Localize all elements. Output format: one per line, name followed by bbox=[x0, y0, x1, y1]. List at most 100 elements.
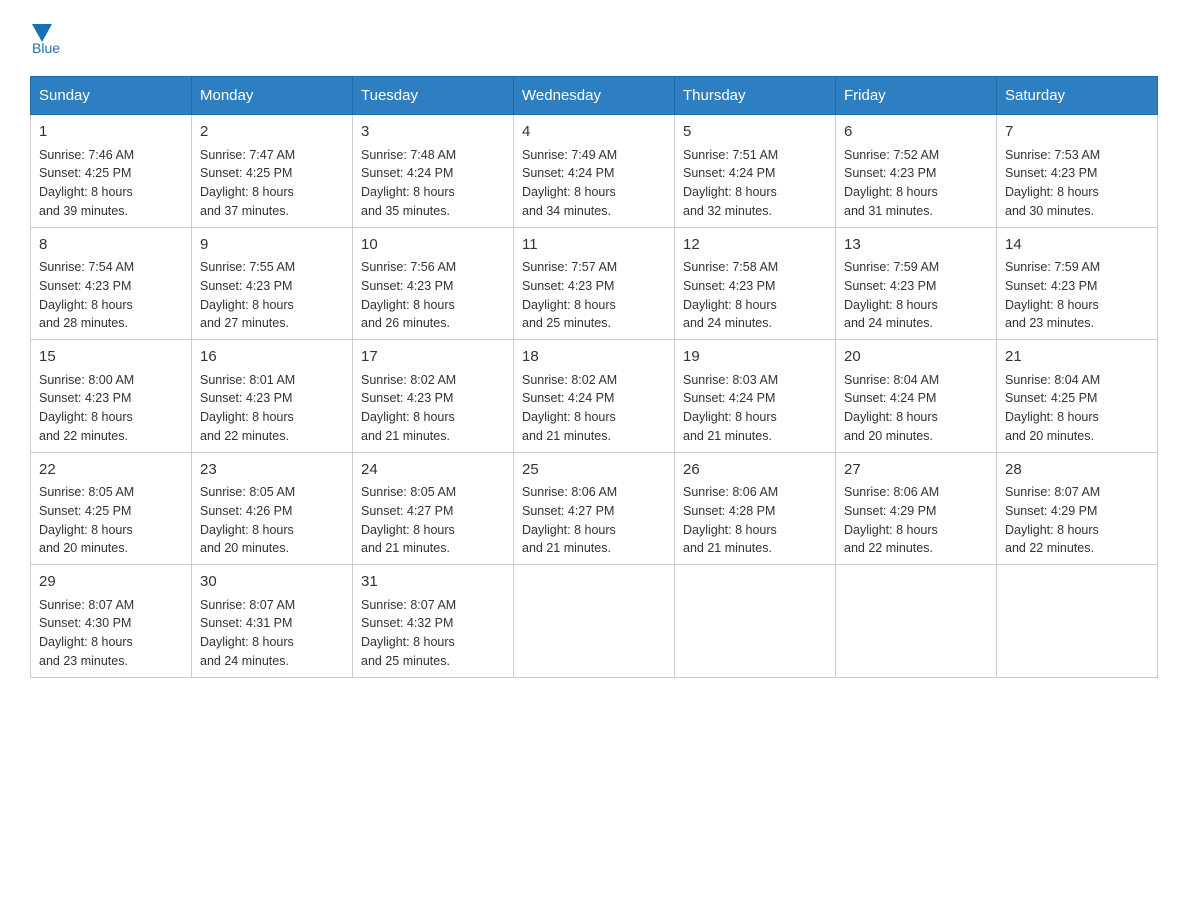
calendar-day-cell: 15 Sunrise: 8:00 AM Sunset: 4:23 PM Dayl… bbox=[31, 340, 192, 453]
calendar-day-cell: 11 Sunrise: 7:57 AM Sunset: 4:23 PM Dayl… bbox=[514, 227, 675, 340]
calendar-day-cell: 18 Sunrise: 8:02 AM Sunset: 4:24 PM Dayl… bbox=[514, 340, 675, 453]
calendar-day-cell: 6 Sunrise: 7:52 AM Sunset: 4:23 PM Dayli… bbox=[836, 115, 997, 228]
day-number: 1 bbox=[39, 121, 183, 144]
calendar-day-cell: 5 Sunrise: 7:51 AM Sunset: 4:24 PM Dayli… bbox=[675, 115, 836, 228]
day-number: 20 bbox=[844, 346, 988, 369]
day-number: 7 bbox=[1005, 121, 1149, 144]
day-info: Sunrise: 8:07 AM Sunset: 4:29 PM Dayligh… bbox=[1005, 483, 1149, 558]
day-number: 29 bbox=[39, 571, 183, 594]
calendar-header-row: SundayMondayTuesdayWednesdayThursdayFrid… bbox=[31, 77, 1158, 115]
header-tuesday: Tuesday bbox=[353, 77, 514, 115]
calendar-empty-cell bbox=[514, 565, 675, 678]
day-info: Sunrise: 8:06 AM Sunset: 4:27 PM Dayligh… bbox=[522, 483, 666, 558]
calendar-week-row: 29 Sunrise: 8:07 AM Sunset: 4:30 PM Dayl… bbox=[31, 565, 1158, 678]
calendar-day-cell: 7 Sunrise: 7:53 AM Sunset: 4:23 PM Dayli… bbox=[997, 115, 1158, 228]
day-number: 19 bbox=[683, 346, 827, 369]
day-number: 28 bbox=[1005, 459, 1149, 482]
calendar-empty-cell bbox=[675, 565, 836, 678]
logo-subtitle: Blue bbox=[32, 40, 60, 56]
day-info: Sunrise: 8:07 AM Sunset: 4:32 PM Dayligh… bbox=[361, 596, 505, 671]
day-info: Sunrise: 7:46 AM Sunset: 4:25 PM Dayligh… bbox=[39, 146, 183, 221]
header-friday: Friday bbox=[836, 77, 997, 115]
day-info: Sunrise: 7:47 AM Sunset: 4:25 PM Dayligh… bbox=[200, 146, 344, 221]
day-info: Sunrise: 8:05 AM Sunset: 4:25 PM Dayligh… bbox=[39, 483, 183, 558]
logo: Blue bbox=[30, 20, 60, 56]
day-info: Sunrise: 7:48 AM Sunset: 4:24 PM Dayligh… bbox=[361, 146, 505, 221]
calendar-day-cell: 10 Sunrise: 7:56 AM Sunset: 4:23 PM Dayl… bbox=[353, 227, 514, 340]
day-info: Sunrise: 8:04 AM Sunset: 4:25 PM Dayligh… bbox=[1005, 371, 1149, 446]
calendar-day-cell: 22 Sunrise: 8:05 AM Sunset: 4:25 PM Dayl… bbox=[31, 452, 192, 565]
header-wednesday: Wednesday bbox=[514, 77, 675, 115]
calendar-day-cell: 3 Sunrise: 7:48 AM Sunset: 4:24 PM Dayli… bbox=[353, 115, 514, 228]
calendar-day-cell: 1 Sunrise: 7:46 AM Sunset: 4:25 PM Dayli… bbox=[31, 115, 192, 228]
calendar-week-row: 22 Sunrise: 8:05 AM Sunset: 4:25 PM Dayl… bbox=[31, 452, 1158, 565]
day-number: 27 bbox=[844, 459, 988, 482]
day-number: 31 bbox=[361, 571, 505, 594]
calendar-day-cell: 25 Sunrise: 8:06 AM Sunset: 4:27 PM Dayl… bbox=[514, 452, 675, 565]
calendar-week-row: 15 Sunrise: 8:00 AM Sunset: 4:23 PM Dayl… bbox=[31, 340, 1158, 453]
day-number: 22 bbox=[39, 459, 183, 482]
day-number: 15 bbox=[39, 346, 183, 369]
day-info: Sunrise: 7:59 AM Sunset: 4:23 PM Dayligh… bbox=[844, 258, 988, 333]
day-number: 5 bbox=[683, 121, 827, 144]
header-monday: Monday bbox=[192, 77, 353, 115]
calendar-day-cell: 20 Sunrise: 8:04 AM Sunset: 4:24 PM Dayl… bbox=[836, 340, 997, 453]
header-sunday: Sunday bbox=[31, 77, 192, 115]
page-header: Blue bbox=[30, 20, 1158, 56]
day-number: 13 bbox=[844, 234, 988, 257]
day-number: 16 bbox=[200, 346, 344, 369]
day-number: 4 bbox=[522, 121, 666, 144]
day-number: 9 bbox=[200, 234, 344, 257]
day-info: Sunrise: 8:06 AM Sunset: 4:29 PM Dayligh… bbox=[844, 483, 988, 558]
calendar-day-cell: 30 Sunrise: 8:07 AM Sunset: 4:31 PM Dayl… bbox=[192, 565, 353, 678]
calendar-week-row: 8 Sunrise: 7:54 AM Sunset: 4:23 PM Dayli… bbox=[31, 227, 1158, 340]
header-thursday: Thursday bbox=[675, 77, 836, 115]
day-number: 12 bbox=[683, 234, 827, 257]
day-info: Sunrise: 7:54 AM Sunset: 4:23 PM Dayligh… bbox=[39, 258, 183, 333]
day-info: Sunrise: 8:06 AM Sunset: 4:28 PM Dayligh… bbox=[683, 483, 827, 558]
calendar-day-cell: 2 Sunrise: 7:47 AM Sunset: 4:25 PM Dayli… bbox=[192, 115, 353, 228]
calendar-day-cell: 13 Sunrise: 7:59 AM Sunset: 4:23 PM Dayl… bbox=[836, 227, 997, 340]
calendar-day-cell: 21 Sunrise: 8:04 AM Sunset: 4:25 PM Dayl… bbox=[997, 340, 1158, 453]
day-info: Sunrise: 8:05 AM Sunset: 4:27 PM Dayligh… bbox=[361, 483, 505, 558]
calendar-day-cell: 9 Sunrise: 7:55 AM Sunset: 4:23 PM Dayli… bbox=[192, 227, 353, 340]
day-info: Sunrise: 8:00 AM Sunset: 4:23 PM Dayligh… bbox=[39, 371, 183, 446]
day-number: 10 bbox=[361, 234, 505, 257]
day-number: 26 bbox=[683, 459, 827, 482]
day-number: 17 bbox=[361, 346, 505, 369]
day-number: 18 bbox=[522, 346, 666, 369]
day-info: Sunrise: 7:57 AM Sunset: 4:23 PM Dayligh… bbox=[522, 258, 666, 333]
day-info: Sunrise: 7:58 AM Sunset: 4:23 PM Dayligh… bbox=[683, 258, 827, 333]
calendar-day-cell: 27 Sunrise: 8:06 AM Sunset: 4:29 PM Dayl… bbox=[836, 452, 997, 565]
day-number: 24 bbox=[361, 459, 505, 482]
day-info: Sunrise: 8:02 AM Sunset: 4:24 PM Dayligh… bbox=[522, 371, 666, 446]
calendar-day-cell: 14 Sunrise: 7:59 AM Sunset: 4:23 PM Dayl… bbox=[997, 227, 1158, 340]
calendar-day-cell: 17 Sunrise: 8:02 AM Sunset: 4:23 PM Dayl… bbox=[353, 340, 514, 453]
day-number: 3 bbox=[361, 121, 505, 144]
calendar-day-cell: 24 Sunrise: 8:05 AM Sunset: 4:27 PM Dayl… bbox=[353, 452, 514, 565]
calendar-table: SundayMondayTuesdayWednesdayThursdayFrid… bbox=[30, 76, 1158, 678]
day-number: 21 bbox=[1005, 346, 1149, 369]
calendar-empty-cell bbox=[997, 565, 1158, 678]
day-info: Sunrise: 8:02 AM Sunset: 4:23 PM Dayligh… bbox=[361, 371, 505, 446]
calendar-week-row: 1 Sunrise: 7:46 AM Sunset: 4:25 PM Dayli… bbox=[31, 115, 1158, 228]
day-info: Sunrise: 8:05 AM Sunset: 4:26 PM Dayligh… bbox=[200, 483, 344, 558]
calendar-day-cell: 29 Sunrise: 8:07 AM Sunset: 4:30 PM Dayl… bbox=[31, 565, 192, 678]
day-number: 23 bbox=[200, 459, 344, 482]
day-number: 30 bbox=[200, 571, 344, 594]
day-number: 11 bbox=[522, 234, 666, 257]
day-info: Sunrise: 7:56 AM Sunset: 4:23 PM Dayligh… bbox=[361, 258, 505, 333]
calendar-day-cell: 8 Sunrise: 7:54 AM Sunset: 4:23 PM Dayli… bbox=[31, 227, 192, 340]
day-info: Sunrise: 7:53 AM Sunset: 4:23 PM Dayligh… bbox=[1005, 146, 1149, 221]
day-info: Sunrise: 8:03 AM Sunset: 4:24 PM Dayligh… bbox=[683, 371, 827, 446]
day-info: Sunrise: 8:07 AM Sunset: 4:30 PM Dayligh… bbox=[39, 596, 183, 671]
day-number: 8 bbox=[39, 234, 183, 257]
calendar-day-cell: 19 Sunrise: 8:03 AM Sunset: 4:24 PM Dayl… bbox=[675, 340, 836, 453]
day-info: Sunrise: 7:55 AM Sunset: 4:23 PM Dayligh… bbox=[200, 258, 344, 333]
calendar-day-cell: 23 Sunrise: 8:05 AM Sunset: 4:26 PM Dayl… bbox=[192, 452, 353, 565]
calendar-empty-cell bbox=[836, 565, 997, 678]
calendar-day-cell: 26 Sunrise: 8:06 AM Sunset: 4:28 PM Dayl… bbox=[675, 452, 836, 565]
calendar-day-cell: 4 Sunrise: 7:49 AM Sunset: 4:24 PM Dayli… bbox=[514, 115, 675, 228]
day-number: 25 bbox=[522, 459, 666, 482]
day-info: Sunrise: 7:49 AM Sunset: 4:24 PM Dayligh… bbox=[522, 146, 666, 221]
